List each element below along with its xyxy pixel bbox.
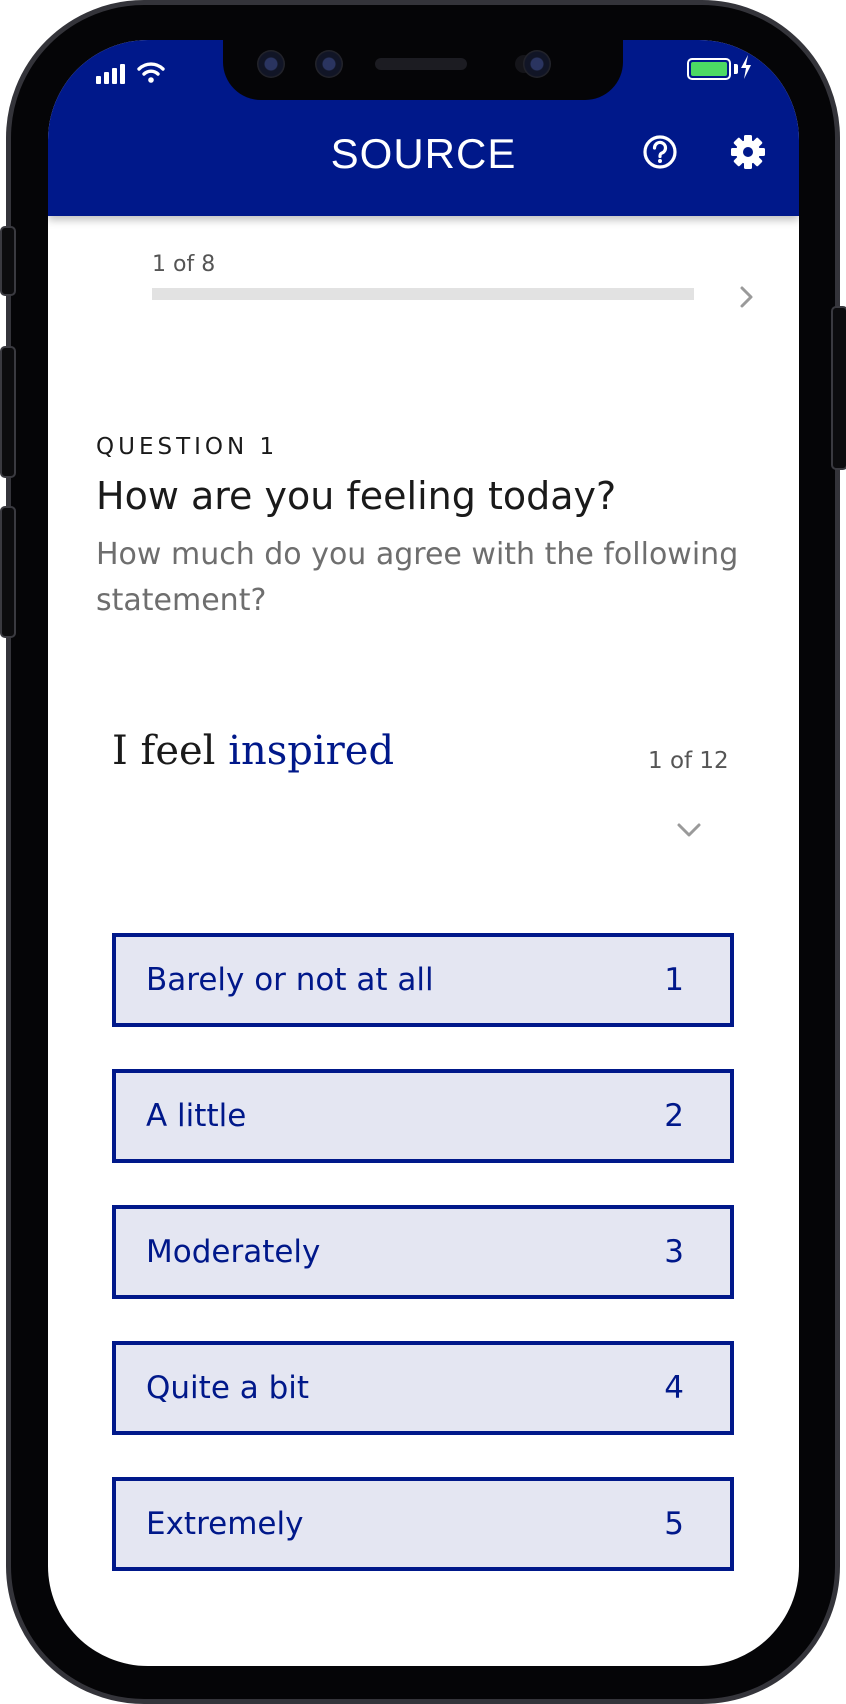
option-label: Barely or not at all — [146, 962, 434, 998]
answer-option-5[interactable]: Extremely 5 — [112, 1477, 734, 1571]
camera-notch — [223, 40, 623, 100]
question-title: How are you feeling today? — [96, 474, 617, 518]
option-label: A little — [146, 1098, 247, 1134]
statement-emphasis: inspired — [228, 728, 395, 774]
question-number: QUESTION 1 — [96, 434, 279, 460]
option-value: 4 — [664, 1370, 684, 1406]
statement-prefix: I feel — [112, 728, 216, 774]
app-logo: SOURCE — [330, 130, 517, 177]
chevron-right-icon[interactable] — [734, 284, 760, 310]
mute-switch — [0, 226, 16, 296]
gear-icon[interactable] — [728, 132, 768, 172]
statement-counter: 1 of 12 — [648, 748, 729, 774]
answer-option-2[interactable]: A little 2 — [112, 1069, 734, 1163]
progress-bar — [152, 288, 694, 300]
progress-label: 1 of 8 — [152, 252, 216, 277]
battery-cap — [734, 64, 738, 74]
chevron-down-icon[interactable] — [674, 818, 704, 842]
answer-option-1[interactable]: Barely or not at all 1 — [112, 933, 734, 1027]
app-header: SOURCE — [48, 40, 799, 216]
speaker-grille — [375, 58, 467, 70]
option-value: 1 — [664, 962, 684, 998]
option-value: 3 — [664, 1234, 684, 1270]
camera-lens-icon — [257, 50, 285, 78]
option-label: Quite a bit — [146, 1370, 310, 1406]
question-subtitle: How much do you agree with the following… — [96, 537, 739, 618]
option-value: 2 — [664, 1098, 684, 1134]
power-button — [831, 306, 846, 470]
answer-options: Barely or not at all 1 A little 2 Modera… — [112, 933, 734, 1613]
volume-up-button — [0, 346, 16, 478]
camera-lens-icon — [523, 50, 551, 78]
statement-text: I feel inspired — [112, 728, 394, 774]
volume-down-button — [0, 506, 16, 638]
option-label: Extremely — [146, 1506, 304, 1542]
help-circle-icon[interactable] — [640, 132, 680, 172]
option-label: Moderately — [146, 1234, 321, 1270]
camera-lens-icon — [315, 50, 343, 78]
charging-bolt-icon — [741, 55, 751, 79]
app-screen: SOURCE 1 of 8 QUESTION 1 How are you fee… — [48, 40, 799, 1666]
answer-option-4[interactable]: Quite a bit 4 — [112, 1341, 734, 1435]
wifi-icon — [137, 62, 165, 83]
status-bar-left — [96, 58, 176, 88]
answer-option-3[interactable]: Moderately 3 — [112, 1205, 734, 1299]
option-value: 5 — [664, 1506, 684, 1542]
battery-icon — [687, 58, 731, 80]
